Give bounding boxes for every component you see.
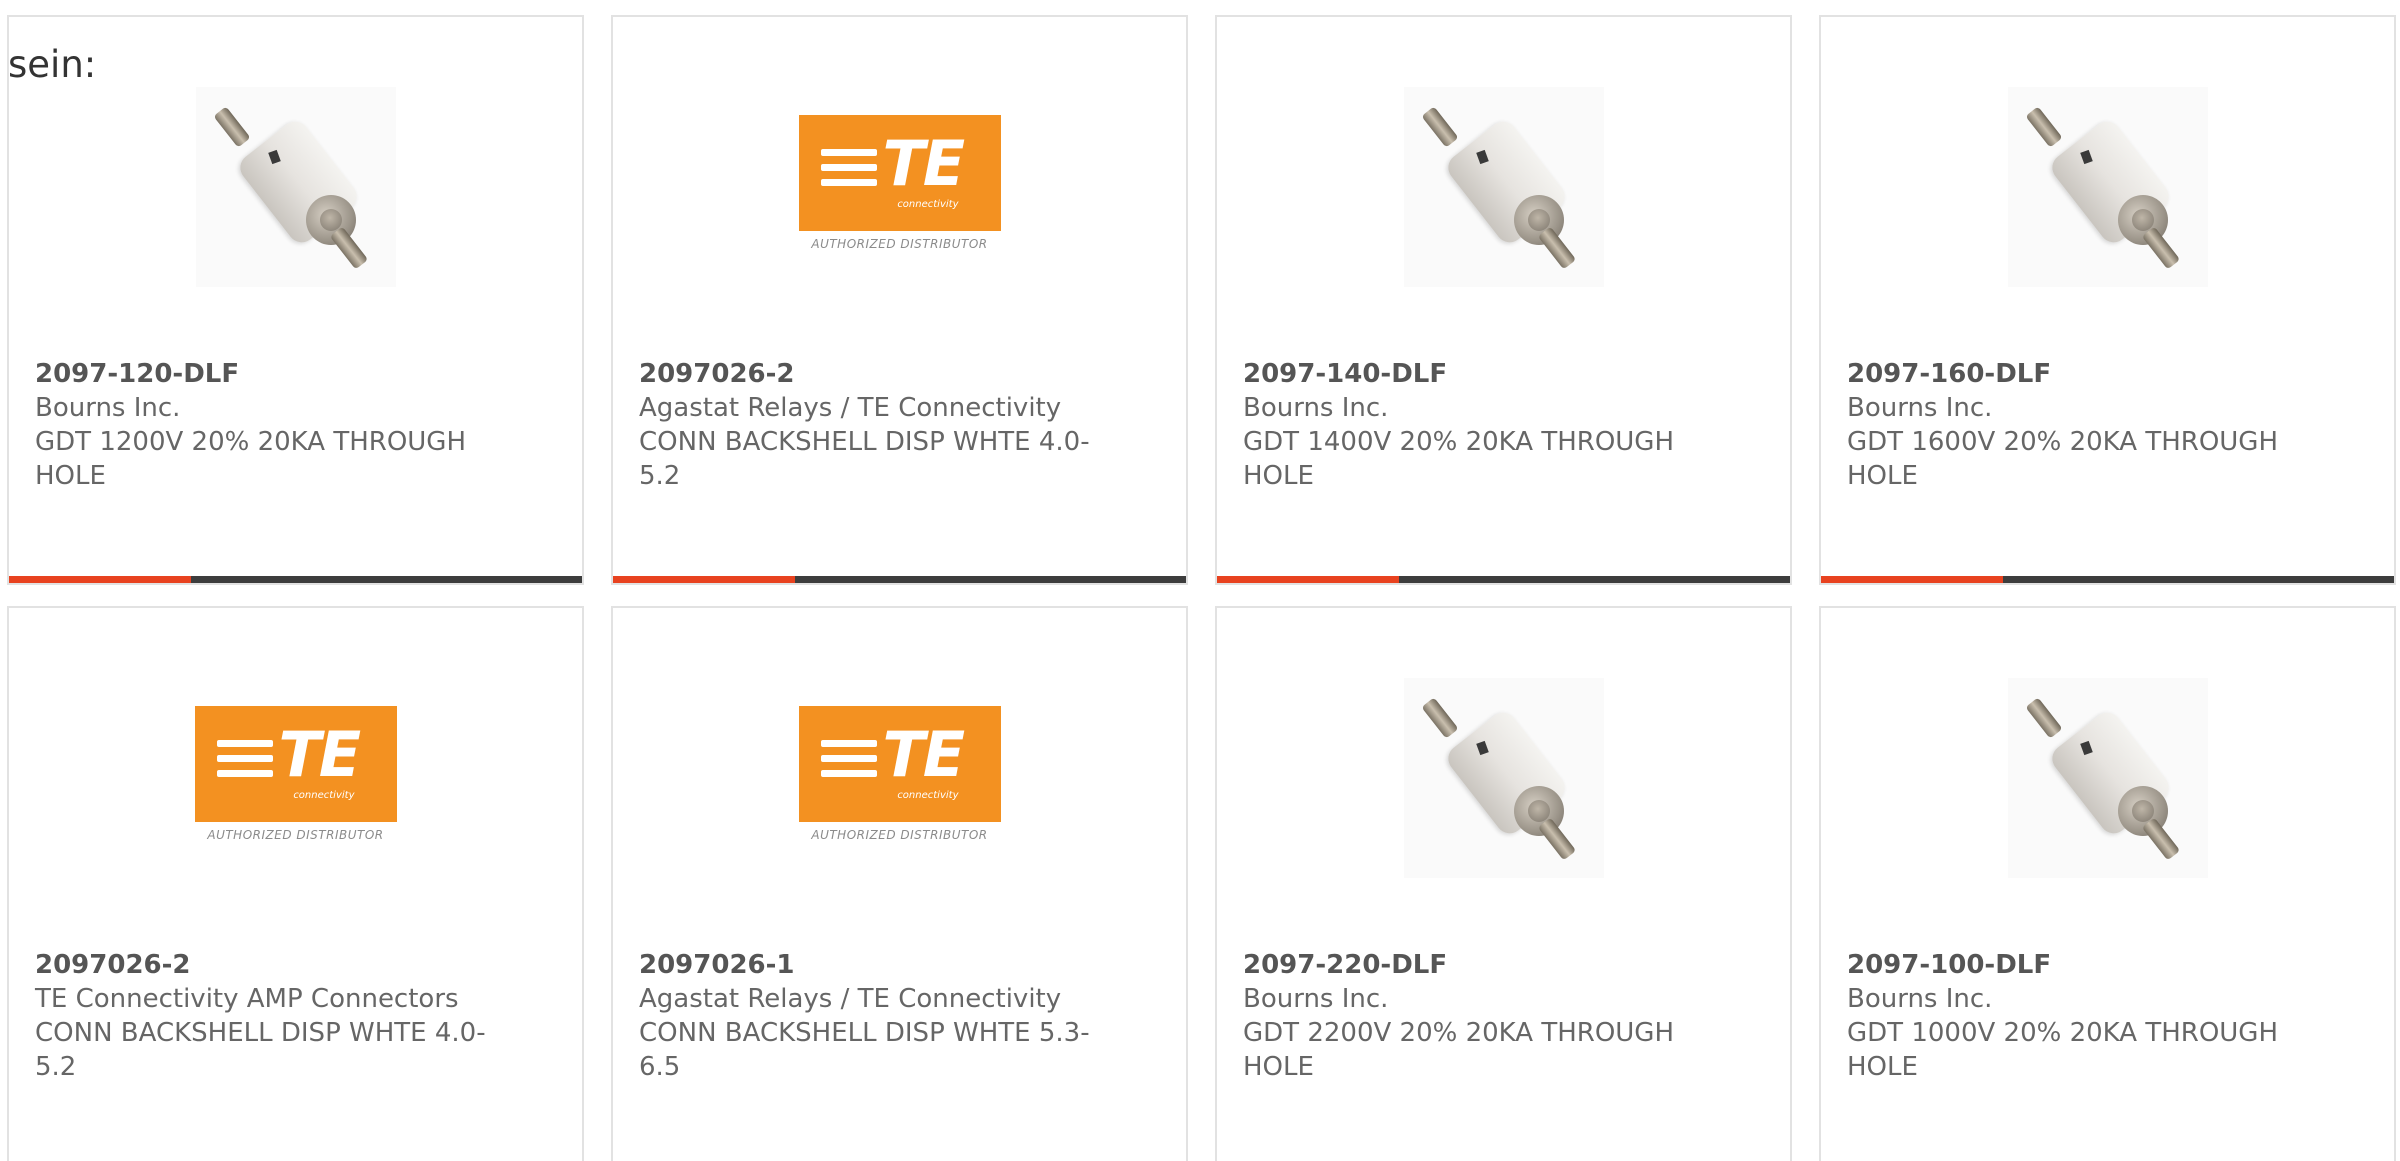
description-label: CONN BACKSHELL DISP WHTE 4.0-5.2 [639, 427, 1090, 491]
manufacturer-label: Agastat Relays / TE Connectivity [639, 984, 1062, 1014]
product-info: 2097026-2 Agastat Relays / TE Connectivi… [639, 357, 1159, 493]
product-card[interactable]: 2097-100-DLF Bourns Inc. GDT 1000V 20% 2… [1819, 606, 2396, 1161]
product-image[interactable] [1217, 678, 1790, 878]
card-accent-bar [9, 576, 582, 583]
product-grid-page: sein: 2097-120-DLF Bourns Inc. GDT 1200V… [0, 0, 2400, 1161]
gdt-component-icon [1403, 87, 1604, 287]
te-connectivity-logo-icon: TE connectivity AUTHORIZED DISTRIBUTOR [798, 87, 1001, 287]
product-info: 2097-220-DLF Bourns Inc. GDT 2200V 20% 2… [1243, 948, 1763, 1084]
product-image[interactable] [1821, 678, 2394, 878]
card-accent-bar [1821, 576, 2394, 583]
product-card[interactable]: TE connectivity AUTHORIZED DISTRIBUTOR 2… [611, 15, 1188, 585]
description-label: GDT 1000V 20% 20KA THROUGH HOLE [1847, 1018, 2279, 1082]
manufacturer-label: Bourns Inc. [35, 393, 181, 423]
product-image[interactable] [9, 87, 582, 287]
manufacturer-label: Bourns Inc. [1243, 984, 1389, 1014]
manufacturer-label: Bourns Inc. [1847, 393, 1993, 423]
card-accent-bar [1217, 576, 1790, 583]
part-number-link[interactable]: 2097026-2 [35, 948, 555, 982]
product-image[interactable]: TE connectivity AUTHORIZED DISTRIBUTOR [9, 678, 582, 878]
card-accent-bar [613, 576, 1186, 583]
te-connectivity-logo-icon: TE connectivity AUTHORIZED DISTRIBUTOR [798, 678, 1001, 878]
product-info: 2097-120-DLF Bourns Inc. GDT 1200V 20% 2… [35, 357, 555, 493]
product-card[interactable]: 2097-140-DLF Bourns Inc. GDT 1400V 20% 2… [1215, 15, 1792, 585]
part-number-link[interactable]: 2097-120-DLF [35, 357, 555, 391]
manufacturer-label: Agastat Relays / TE Connectivity [639, 393, 1062, 423]
part-number-link[interactable]: 2097-160-DLF [1847, 357, 2367, 391]
intro-text: sein: [8, 43, 97, 86]
product-card[interactable]: TE connectivity AUTHORIZED DISTRIBUTOR 2… [7, 606, 584, 1161]
product-info: 2097-160-DLF Bourns Inc. GDT 1600V 20% 2… [1847, 357, 2367, 493]
gdt-component-icon [1403, 678, 1604, 878]
gdt-component-icon [195, 87, 396, 287]
product-info: 2097026-1 Agastat Relays / TE Connectivi… [639, 948, 1159, 1084]
description-label: GDT 1200V 20% 20KA THROUGH HOLE [35, 427, 467, 491]
part-number-link[interactable]: 2097-220-DLF [1243, 948, 1763, 982]
product-info: 2097026-2 TE Connectivity AMP Connectors… [35, 948, 555, 1084]
product-image[interactable]: TE connectivity AUTHORIZED DISTRIBUTOR [613, 678, 1186, 878]
part-number-link[interactable]: 2097026-2 [639, 357, 1159, 391]
gdt-component-icon [2007, 87, 2208, 287]
product-image[interactable] [1821, 87, 2394, 287]
manufacturer-label: TE Connectivity AMP Connectors [35, 984, 459, 1014]
product-card[interactable]: TE connectivity AUTHORIZED DISTRIBUTOR 2… [611, 606, 1188, 1161]
description-label: GDT 1600V 20% 20KA THROUGH HOLE [1847, 427, 2279, 491]
part-number-link[interactable]: 2097-140-DLF [1243, 357, 1763, 391]
description-label: CONN BACKSHELL DISP WHTE 4.0-5.2 [35, 1018, 486, 1082]
product-card[interactable]: 2097-220-DLF Bourns Inc. GDT 2200V 20% 2… [1215, 606, 1792, 1161]
product-info: 2097-140-DLF Bourns Inc. GDT 1400V 20% 2… [1243, 357, 1763, 493]
manufacturer-label: Bourns Inc. [1847, 984, 1993, 1014]
product-card[interactable]: 2097-160-DLF Bourns Inc. GDT 1600V 20% 2… [1819, 15, 2396, 585]
product-image[interactable] [1217, 87, 1790, 287]
description-label: CONN BACKSHELL DISP WHTE 5.3-6.5 [639, 1018, 1090, 1082]
te-connectivity-logo-icon: TE connectivity AUTHORIZED DISTRIBUTOR [194, 678, 397, 878]
product-info: 2097-100-DLF Bourns Inc. GDT 1000V 20% 2… [1847, 948, 2367, 1084]
gdt-component-icon [2007, 678, 2208, 878]
product-image[interactable]: TE connectivity AUTHORIZED DISTRIBUTOR [613, 87, 1186, 287]
description-label: GDT 2200V 20% 20KA THROUGH HOLE [1243, 1018, 1675, 1082]
manufacturer-label: Bourns Inc. [1243, 393, 1389, 423]
description-label: GDT 1400V 20% 20KA THROUGH HOLE [1243, 427, 1675, 491]
part-number-link[interactable]: 2097-100-DLF [1847, 948, 2367, 982]
product-card[interactable]: 2097-120-DLF Bourns Inc. GDT 1200V 20% 2… [7, 15, 584, 585]
part-number-link[interactable]: 2097026-1 [639, 948, 1159, 982]
